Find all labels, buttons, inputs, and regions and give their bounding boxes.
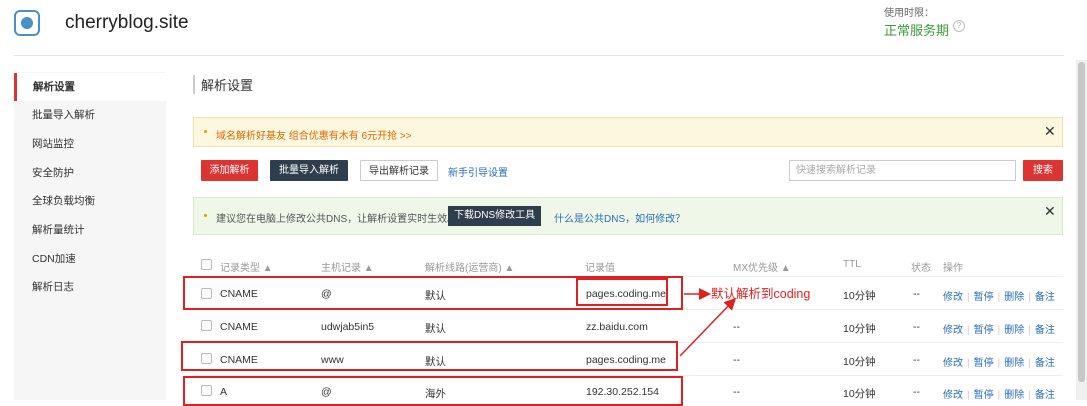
record-value: zz.baidu.com <box>586 321 648 333</box>
sidebar-item-cdn[interactable]: CDN加速 <box>14 245 166 273</box>
record-ttl: 10分钟 <box>843 323 876 335</box>
download-dns-tool-button[interactable]: 下载DNS修改工具 <box>448 206 542 226</box>
select-all-checkbox[interactable] <box>201 259 212 270</box>
search-button[interactable]: 搜索 <box>1023 160 1063 181</box>
record-status: -- <box>913 321 920 333</box>
delete-link[interactable]: 删除 <box>1004 292 1024 303</box>
delete-link[interactable]: 删除 <box>1004 325 1024 336</box>
record-ttl: 10分钟 <box>843 356 876 368</box>
highlight-box-row4 <box>183 376 683 406</box>
note-link[interactable]: 备注 <box>1035 390 1055 401</box>
row-checkbox[interactable] <box>201 320 212 331</box>
close-icon[interactable]: ✕ <box>1044 203 1056 220</box>
col-ops: 操作 <box>943 263 963 274</box>
col-ttl: TTL <box>843 259 861 270</box>
expire-status: 正常服务期 <box>884 23 950 38</box>
public-dns-help-link[interactable]: 什么是公共DNS，如何修改？ <box>554 210 685 225</box>
dns-notice-text: 建议您在电脑上修改公共DNS，让解析设置实时生效。 <box>216 214 458 225</box>
bullet-icon <box>204 214 207 217</box>
site-logo-icon <box>14 10 40 36</box>
close-icon[interactable]: ✕ <box>1044 123 1056 140</box>
col-status: 状态 <box>911 263 931 274</box>
record-status: -- <box>913 288 920 300</box>
highlight-box-value <box>576 278 668 306</box>
sidebar-item-dns-settings[interactable]: 解析设置 <box>14 73 166 101</box>
promo-notice: 域名解析好基友 组合优惠有木有 6元开抢 >> ✕ <box>193 117 1063 147</box>
col-record-type[interactable]: 记录类型 ▲ <box>220 259 273 274</box>
help-icon[interactable]: ? <box>953 20 965 32</box>
sidebar-item-security[interactable]: 安全防护 <box>14 159 166 187</box>
header-divider <box>14 55 1064 56</box>
sidebar-item-load-balance[interactable]: 全球负载均衡 <box>14 187 166 215</box>
record-host: udwjab5in5 <box>321 321 375 333</box>
pause-link[interactable]: 暂停 <box>974 390 994 401</box>
batch-import-button[interactable]: 批量导入解析 <box>270 160 348 181</box>
arrow-diagonal-icon <box>679 297 737 357</box>
record-ttl: 10分钟 <box>843 290 876 302</box>
record-ttl: 10分钟 <box>843 388 876 400</box>
record-mx: -- <box>733 386 740 398</box>
sidebar-item-logs[interactable]: 解析日志 <box>14 273 166 301</box>
sidebar-item-stats[interactable]: 解析量统计 <box>14 216 166 244</box>
row-actions: 修改 | 暂停 | 删除 | 备注 <box>943 390 1055 401</box>
edit-link[interactable]: 修改 <box>943 292 963 303</box>
row-actions: 修改 | 暂停 | 删除 | 备注 <box>943 358 1055 369</box>
sidebar: 解析设置 批量导入解析 网站监控 安全防护 全球负载均衡 解析量统计 CDN加速… <box>14 72 166 400</box>
page-title: 解析设置 <box>193 75 253 94</box>
col-host[interactable]: 主机记录 ▲ <box>321 259 374 274</box>
pause-link[interactable]: 暂停 <box>974 358 994 369</box>
col-mx[interactable]: MX优先级 ▲ <box>733 259 791 274</box>
search-input[interactable]: 快速搜索解析记录 <box>789 160 1016 181</box>
col-line[interactable]: 解析线路(运营商) ▲ <box>425 259 514 274</box>
dns-notice: 建议您在电脑上修改公共DNS，让解析设置实时生效。 下载DNS修改工具 什么是公… <box>193 197 1063 235</box>
record-line: 默认 <box>425 323 446 335</box>
bullet-icon <box>204 130 207 133</box>
annotation-text: 默认解析到coding <box>711 287 811 301</box>
record-status: -- <box>913 386 920 398</box>
row-actions: 修改 | 暂停 | 删除 | 备注 <box>943 325 1055 336</box>
pause-link[interactable]: 暂停 <box>974 292 994 303</box>
sidebar-item-site-monitor[interactable]: 网站监控 <box>14 130 166 158</box>
edit-link[interactable]: 修改 <box>943 390 963 401</box>
edit-link[interactable]: 修改 <box>943 358 963 369</box>
promo-link[interactable]: 域名解析好基友 组合优惠有木有 6元开抢 >> <box>216 127 412 142</box>
pause-link[interactable]: 暂停 <box>974 325 994 336</box>
export-records-button[interactable]: 导出解析记录 <box>360 160 438 181</box>
delete-link[interactable]: 删除 <box>1004 390 1024 401</box>
add-record-button[interactable]: 添加解析 <box>201 160 258 181</box>
highlight-box-row3 <box>181 341 678 371</box>
record-status: -- <box>913 354 920 366</box>
site-name: cherryblog.site <box>65 12 189 33</box>
record-type: CNAME <box>220 321 258 333</box>
guide-link[interactable]: 新手引导设置 <box>448 164 508 179</box>
globe-icon <box>21 17 33 29</box>
expire-label: 使用时限： <box>884 8 934 19</box>
edit-link[interactable]: 修改 <box>943 325 963 336</box>
sidebar-item-batch-import[interactable]: 批量导入解析 <box>14 101 166 129</box>
row-actions: 修改 | 暂停 | 删除 | 备注 <box>943 292 1055 303</box>
note-link[interactable]: 备注 <box>1035 325 1055 336</box>
note-link[interactable]: 备注 <box>1035 358 1055 369</box>
delete-link[interactable]: 删除 <box>1004 358 1024 369</box>
scrollbar-thumb[interactable] <box>1078 62 1085 382</box>
note-link[interactable]: 备注 <box>1035 292 1055 303</box>
col-value: 记录值 <box>585 263 615 274</box>
